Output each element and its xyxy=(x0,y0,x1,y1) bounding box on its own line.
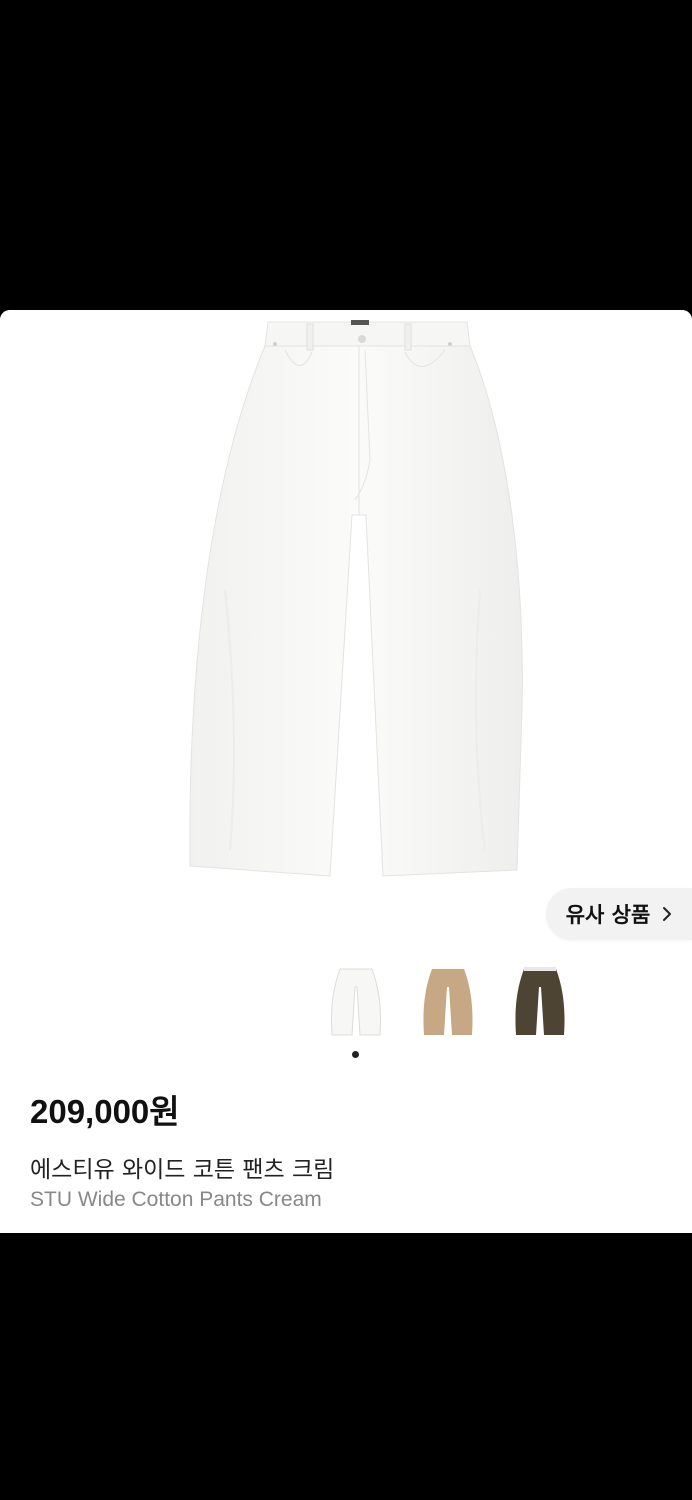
letterbox-bottom xyxy=(0,1233,692,1500)
variant-thumb-beige[interactable] xyxy=(418,965,478,1037)
carousel-dot-active[interactable] xyxy=(352,1051,359,1058)
color-variant-list xyxy=(320,965,600,1045)
variant-thumb-olive[interactable] xyxy=(510,965,570,1037)
product-detail: 유사 상품 209,000원 에스티유 와이드 코튼 팬츠 크림 STU Wid… xyxy=(0,310,692,1233)
pants-olive-thumbnail xyxy=(515,967,565,1035)
product-name-korean: 에스티유 와이드 코튼 팬츠 크림 xyxy=(30,1157,335,1183)
product-main-image[interactable] xyxy=(0,310,692,960)
pants-cream-thumbnail xyxy=(331,968,381,1036)
wide-pants-cream-photo xyxy=(189,320,523,877)
letterbox-top xyxy=(0,0,692,310)
similar-products-label: 유사 상품 xyxy=(565,903,651,927)
product-price: 209,000원 xyxy=(30,1093,180,1130)
similar-products-button[interactable]: 유사 상품 xyxy=(546,888,692,940)
chevron-right-icon xyxy=(663,907,672,921)
variant-thumb-cream[interactable] xyxy=(326,965,386,1037)
product-name-english: STU Wide Cotton Pants Cream xyxy=(30,1188,322,1211)
pants-beige-thumbnail xyxy=(423,969,473,1035)
